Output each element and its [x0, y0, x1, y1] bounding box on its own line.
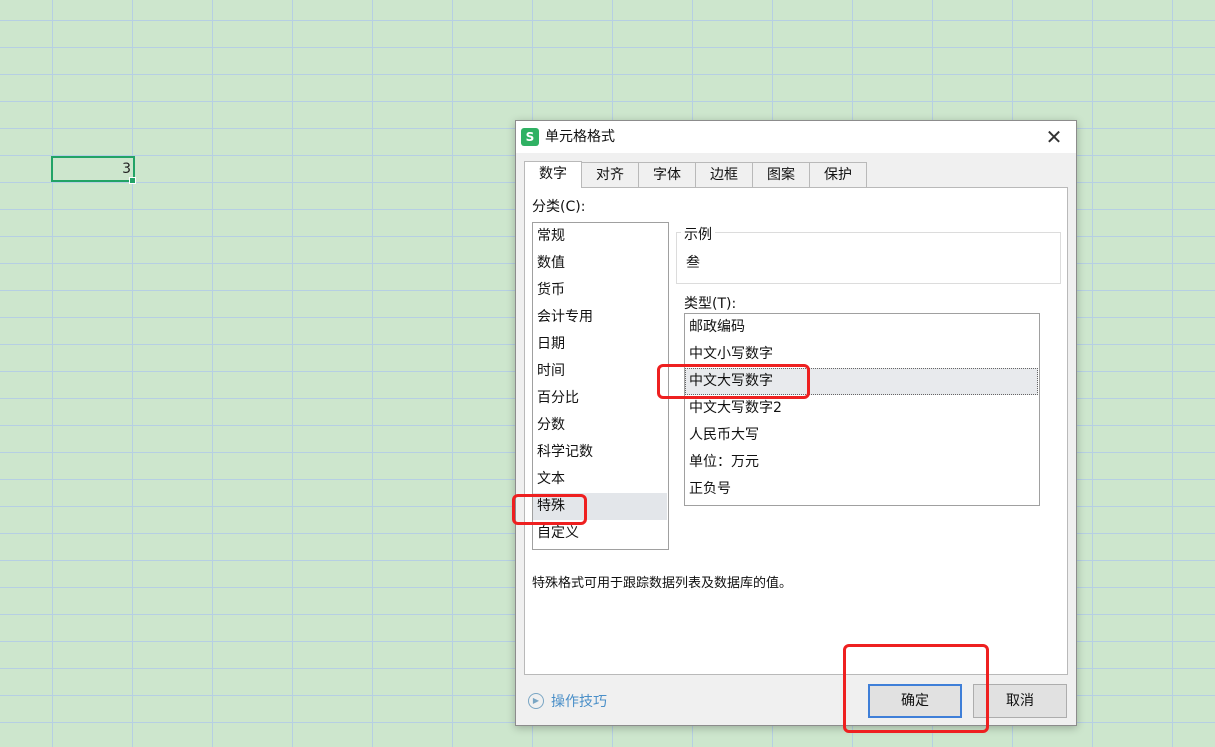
category-label: 分类(C): — [532, 199, 586, 215]
category-item-percentage[interactable]: 百分比 — [533, 385, 668, 412]
category-item-scientific[interactable]: 科学记数 — [533, 439, 668, 466]
type-item-sign[interactable]: 正负号 — [685, 476, 1039, 503]
tips-link[interactable]: ▶ 操作技巧 — [528, 691, 607, 711]
tab-protection[interactable]: 保护 — [809, 162, 867, 187]
category-item-fraction[interactable]: 分数 — [533, 412, 668, 439]
category-item-text[interactable]: 文本 — [533, 466, 668, 493]
type-item-unit-wanyuan[interactable]: 单位：万元 — [685, 449, 1039, 476]
dialog-title: 单元格格式 — [545, 129, 615, 145]
format-description: 特殊格式可用于跟踪数据列表及数据库的值。 — [532, 576, 793, 591]
type-item-rmb-uppercase[interactable]: 人民币大写 — [685, 422, 1039, 449]
tips-label: 操作技巧 — [551, 694, 607, 710]
wps-app-icon: S — [521, 128, 539, 146]
fill-handle[interactable] — [129, 177, 136, 184]
type-list[interactable]: 邮政编码 中文小写数字 中文大写数字 中文大写数字2 人民币大写 单位：万元 正… — [684, 313, 1040, 506]
category-item-time[interactable]: 时间 — [533, 358, 668, 385]
type-item-postal-code[interactable]: 邮政编码 — [685, 314, 1039, 341]
sample-value: 叁 — [686, 255, 700, 271]
category-item-number[interactable]: 数值 — [533, 250, 668, 277]
dialog-titlebar[interactable]: S 单元格格式 ✕ — [516, 121, 1076, 153]
tab-pattern[interactable]: 图案 — [752, 162, 810, 187]
type-label: 类型(T): — [684, 296, 737, 312]
selected-cell[interactable]: 3 — [51, 156, 135, 182]
tab-bar: 数字 对齐 字体 边框 图案 保护 — [524, 161, 867, 188]
category-item-date[interactable]: 日期 — [533, 331, 668, 358]
annotation-highlight-type — [657, 364, 810, 399]
category-item-currency[interactable]: 货币 — [533, 277, 668, 304]
annotation-highlight-special — [512, 494, 587, 525]
tab-font[interactable]: 字体 — [638, 162, 696, 187]
play-circle-icon: ▶ — [528, 693, 544, 709]
type-item-chinese-uppercase-2[interactable]: 中文大写数字2 — [685, 395, 1039, 422]
annotation-highlight-ok — [843, 644, 989, 733]
number-tab-panel: 分类(C): 常规 数值 货币 会计专用 日期 时间 百分比 分数 科学记数 文… — [524, 187, 1068, 675]
tab-number[interactable]: 数字 — [524, 161, 582, 188]
close-icon[interactable]: ✕ — [1042, 125, 1066, 149]
sample-legend: 示例 — [681, 224, 715, 244]
sample-group — [676, 232, 1061, 284]
category-item-general[interactable]: 常规 — [533, 223, 668, 250]
tab-border[interactable]: 边框 — [695, 162, 753, 187]
tab-alignment[interactable]: 对齐 — [581, 162, 639, 187]
category-item-accounting[interactable]: 会计专用 — [533, 304, 668, 331]
format-cells-dialog: S 单元格格式 ✕ 数字 对齐 字体 边框 图案 保护 分类(C): 常规 数值… — [515, 120, 1077, 726]
